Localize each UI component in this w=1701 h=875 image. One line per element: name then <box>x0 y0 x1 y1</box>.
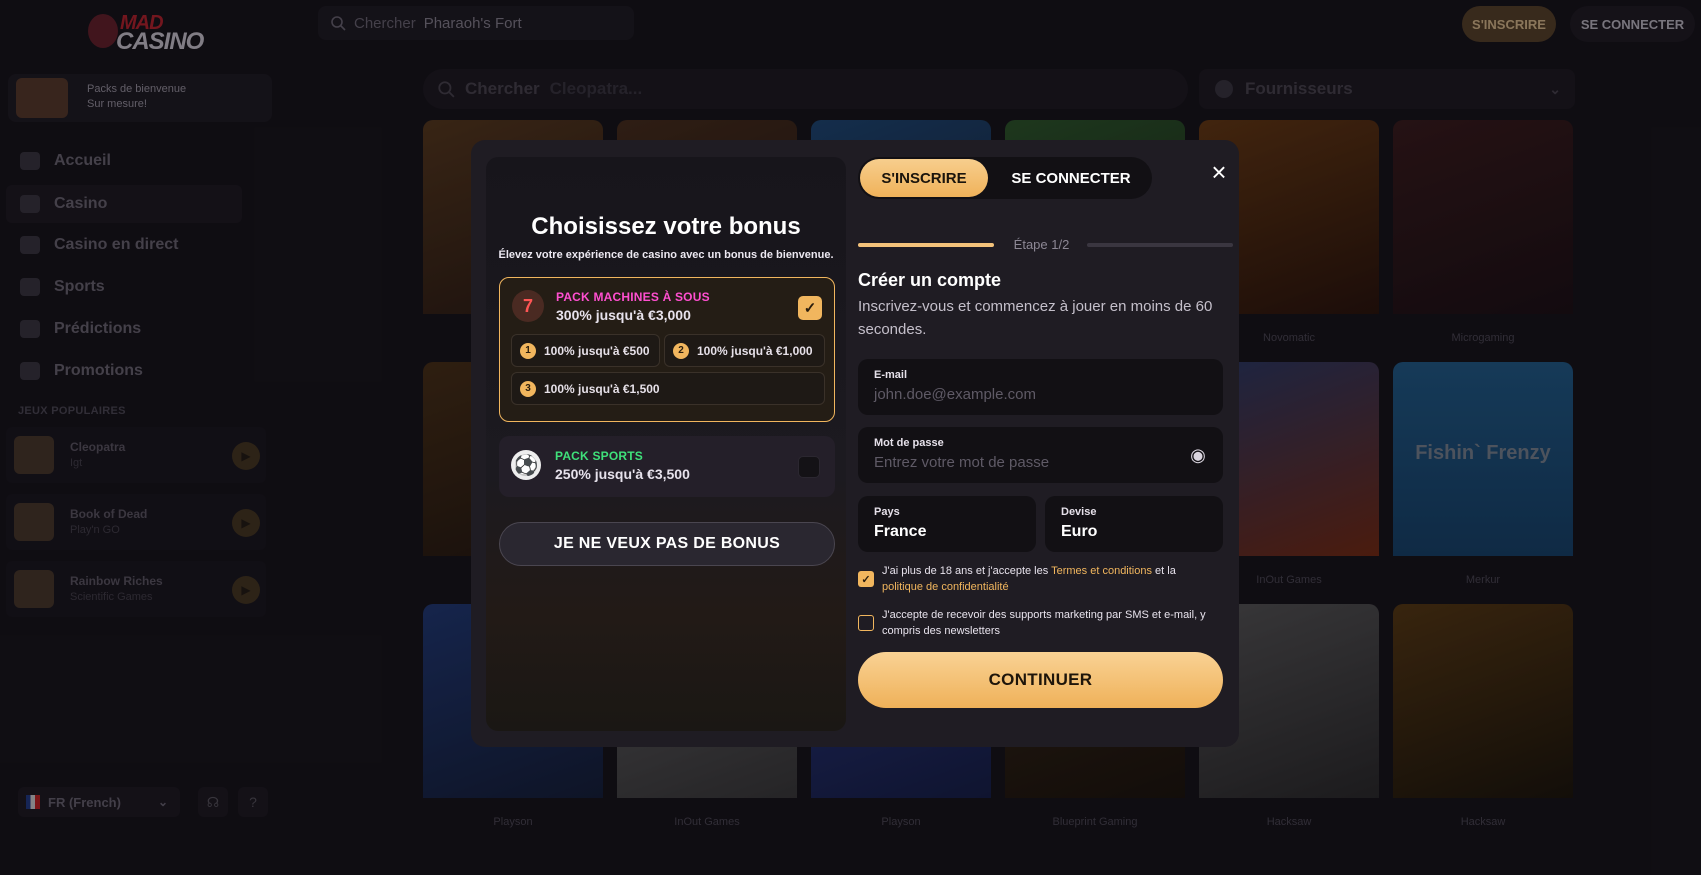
soccer-ball-icon: ⚽ <box>511 450 541 480</box>
step-indicator: Étape 1/2 <box>1013 237 1070 252</box>
create-account-subtitle: Inscrivez-vous et commencez à jouer en m… <box>858 298 1213 338</box>
pack-sports-option[interactable]: ⚽ PACK SPORTS 250% jusqu'à €3,500 <box>499 436 835 497</box>
create-account-title: Créer un compte <box>858 270 1002 290</box>
close-icon[interactable]: × <box>1204 157 1234 187</box>
tab-login[interactable]: SE CONNECTER <box>994 159 1148 197</box>
pack-sports-checkbox[interactable] <box>798 456 820 478</box>
tab-signup[interactable]: S'INSCRIRE <box>860 159 988 197</box>
continue-button[interactable]: CONTINUER <box>858 652 1223 708</box>
pack-sports-offer: 250% jusqu'à €3,500 <box>555 466 690 482</box>
privacy-link[interactable]: politique de confidentialité <box>882 581 1009 593</box>
bonus-title: Choisissez votre bonus <box>531 213 801 240</box>
pack-slots-checkbox[interactable]: ✓ <box>798 296 822 320</box>
pack-sports-label: PACK SPORTS <box>555 449 643 463</box>
terms-link[interactable]: Termes et conditions <box>1051 565 1152 577</box>
bonus-panel: Choisissez votre bonus Élevez votre expé… <box>486 157 846 731</box>
bonus-tier-2: 2 100% jusqu'à €1,000 <box>664 334 825 367</box>
email-field[interactable]: E-mail john.doe@example.com <box>858 359 1223 415</box>
age-terms-checkbox[interactable]: ✓ <box>858 571 874 587</box>
pack-slots-offer: 300% jusqu'à €3,000 <box>556 307 691 323</box>
currency-select[interactable]: Devise Euro <box>1045 496 1223 552</box>
step-progress-remaining <box>1087 243 1233 247</box>
password-field[interactable]: Mot de passe Entrez votre mot de passe ◉ <box>858 427 1223 483</box>
country-select[interactable]: Pays France <box>858 496 1036 552</box>
pack-slots-option[interactable]: 7 PACK MACHINES À SOUS 300% jusqu'à €3,0… <box>499 277 835 422</box>
marketing-consent-text: J'accepte de recevoir des supports marke… <box>882 609 1206 637</box>
age-terms-text: J'ai plus de 18 ans et j'accepte les Ter… <box>882 565 1176 593</box>
auth-tabs: S'INSCRIRE SE CONNECTER <box>858 157 1152 199</box>
eye-icon[interactable]: ◉ <box>1187 444 1209 466</box>
signup-modal: Choisissez votre bonus Élevez votre expé… <box>471 140 1239 747</box>
signup-form: S'INSCRIRE SE CONNECTER × Étape 1/2 Crée… <box>858 140 1239 747</box>
bonus-tier-1: 1 100% jusqu'à €500 <box>511 334 660 367</box>
step-progress-done <box>858 243 994 247</box>
pack-slots-label: PACK MACHINES À SOUS <box>556 290 710 304</box>
bonus-subtitle: Élevez votre expérience de casino avec u… <box>498 249 834 261</box>
marketing-checkbox[interactable] <box>858 615 874 631</box>
slot-seven-icon: 7 <box>512 290 544 322</box>
no-bonus-button[interactable]: JE NE VEUX PAS DE BONUS <box>499 522 835 566</box>
bonus-tier-3: 3 100% jusqu'à €1,500 <box>511 372 825 405</box>
